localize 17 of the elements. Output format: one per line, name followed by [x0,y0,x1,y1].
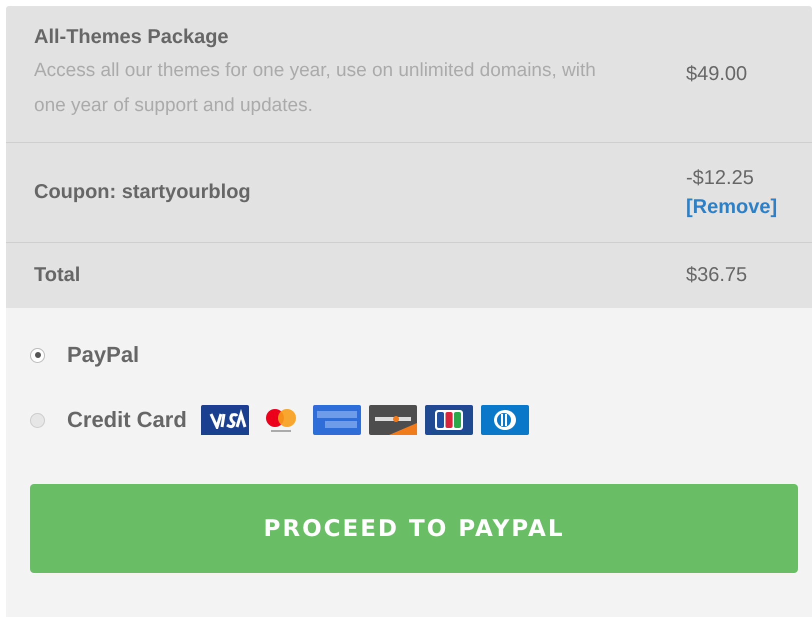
product-price: $49.00 [686,62,748,86]
product-name: All-Themes Package [34,26,230,48]
remove-link[interactable]: [Remove] [686,196,778,218]
radio-button[interactable] [30,412,45,428]
card-logo-icon [200,405,249,435]
card-logo-icon [424,405,473,435]
product-description: Access all our themes for one year, use on unlimited domains, with one year of support and updates. [34,58,597,118]
discount-amount: -$12.25 [686,166,754,190]
total-amount: $36.75 [686,264,748,287]
card-logo-icon [312,405,361,435]
card-logo-icon [368,405,417,435]
total-label: Total [34,264,80,286]
payment-method-label[interactable]: PayPal [67,342,140,368]
radio-button[interactable] [30,348,45,362]
coupon-label: Coupon: startyourblog [34,181,251,203]
card-logo-icon [480,405,529,435]
payment-method-label[interactable]: Credit Card [67,407,187,433]
